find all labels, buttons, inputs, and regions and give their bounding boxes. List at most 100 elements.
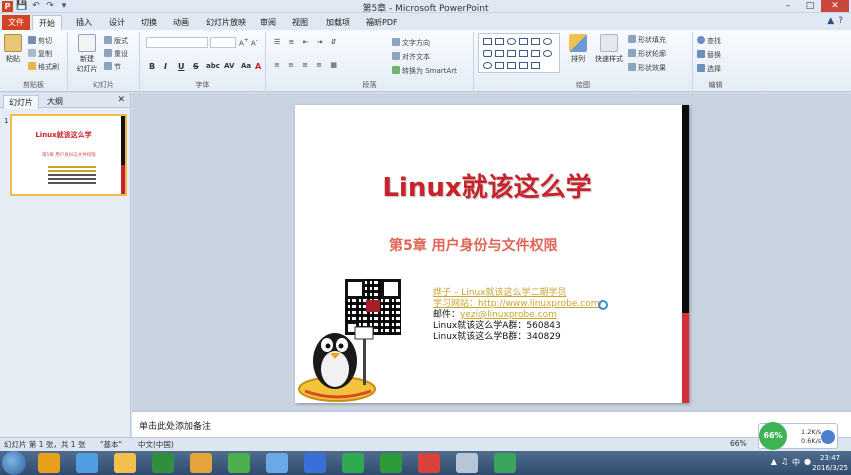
shape-circle-icon[interactable]	[543, 38, 552, 45]
slide-canvas[interactable]: Linux就该这么学 第5章 用户身份与文件权限 烨子 – Linux就该这么学…	[295, 105, 689, 403]
tab-insert[interactable]: 插入	[70, 15, 98, 30]
shape-freeform-icon[interactable]	[507, 62, 516, 69]
new-slide-button[interactable]: 新建 幻灯片	[72, 34, 102, 74]
taskbar-app-icon[interactable]	[494, 453, 516, 473]
shape-oval-icon[interactable]	[507, 38, 516, 45]
tab-addins[interactable]: 加载项	[320, 15, 356, 30]
tray-arrow-icon[interactable]: ▲	[771, 457, 777, 468]
shape-star-icon[interactable]	[531, 62, 540, 69]
minimize-button[interactable]: –	[777, 0, 799, 12]
shape-line-icon[interactable]	[519, 38, 528, 45]
select-button[interactable]: 选择	[697, 64, 721, 74]
taskbar-app-icon[interactable]	[342, 453, 364, 473]
italic-button[interactable]: I	[164, 62, 167, 71]
bold-button[interactable]: B	[149, 62, 155, 71]
status-zoom-level[interactable]: 66%	[730, 439, 747, 448]
shape-effects-button[interactable]: 形状效果	[628, 63, 666, 73]
taskbar-app-icon[interactable]	[152, 453, 174, 473]
panel-close-icon[interactable]: ✕	[117, 95, 125, 105]
taskbar-app-icon[interactable]	[266, 453, 288, 473]
shape-block-icon[interactable]	[531, 50, 540, 57]
status-language[interactable]: 中文(中国)	[138, 439, 174, 450]
network-speed-widget[interactable]: 66% 1.2K/s 0.6K/s	[758, 422, 838, 450]
list-buttons-icon[interactable]: ☰ ≡ ⇤ ⇥ ⇵	[274, 38, 340, 46]
copy-button[interactable]: 复制	[28, 49, 52, 59]
author-line[interactable]: 烨子 – Linux就该这么学二期学员	[433, 288, 603, 299]
tab-view[interactable]: 视图	[286, 15, 314, 30]
paste-button[interactable]: 粘贴	[3, 34, 23, 64]
minimize-ribbon-icon[interactable]: ▲	[827, 16, 834, 26]
shape-rounded-icon[interactable]	[483, 50, 492, 57]
taskbar-clock[interactable]: 23:47 2016/3/25	[812, 453, 848, 473]
shapes-gallery[interactable]	[478, 33, 560, 73]
tab-review[interactable]: 审阅	[254, 15, 282, 30]
smartart-button[interactable]: 转换为 SmartArt	[392, 66, 457, 76]
reset-button[interactable]: 重设	[104, 49, 128, 59]
tab-file[interactable]: 文件	[2, 15, 30, 30]
taskbar-app-icon[interactable]	[418, 453, 440, 473]
shape-rect-icon[interactable]	[483, 38, 492, 45]
quick-styles-button[interactable]: 快速样式	[592, 34, 626, 64]
char-spacing-button[interactable]: AV	[224, 62, 234, 70]
replace-button[interactable]: 替换	[697, 50, 721, 60]
shape-cloud-icon[interactable]	[483, 62, 492, 69]
taskbar-app-icon[interactable]	[380, 453, 402, 473]
shape-brace-icon[interactable]	[519, 62, 528, 69]
shape-rect2-icon[interactable]	[495, 38, 504, 45]
shape-connector-icon[interactable]	[507, 50, 516, 57]
tab-slideshow[interactable]: 幻灯片放映	[200, 15, 252, 30]
text-direction-button[interactable]: 文字方向	[392, 38, 430, 48]
shape-triangle-icon[interactable]	[495, 50, 504, 57]
font-size-combo[interactable]	[210, 37, 236, 48]
align-buttons-icon[interactable]: ≡ ≡ ≡ ≡ ▦	[274, 61, 340, 69]
taskbar-app-icon[interactable]	[228, 453, 250, 473]
shape-fill-button[interactable]: 形状填充	[628, 35, 666, 45]
website-link[interactable]: 学习网站：http://www.linuxprobe.com/	[433, 299, 603, 310]
email-link[interactable]: yezi@linuxprobe.com	[460, 310, 557, 320]
font-grow-shrink-icon[interactable]: A+ A-	[239, 38, 258, 47]
taskbar-app-icon[interactable]	[38, 453, 60, 473]
shape-arrow-icon[interactable]	[531, 38, 540, 45]
close-button[interactable]: ✕	[821, 0, 849, 12]
section-button[interactable]: 节	[104, 62, 121, 72]
shape-smiley-icon[interactable]	[543, 50, 552, 57]
tab-transitions[interactable]: 切换	[135, 15, 163, 30]
layout-button[interactable]: 版式	[104, 36, 128, 46]
notes-pane[interactable]: 单击此处添加备注	[132, 411, 851, 437]
shape-curve-icon[interactable]	[495, 62, 504, 69]
arrange-button[interactable]: 排列	[566, 34, 590, 64]
ime-indicator[interactable]: 中	[792, 457, 800, 468]
tab-foxit-pdf[interactable]: 福昕PDF	[360, 15, 404, 30]
align-text-button[interactable]: 对齐文本	[392, 52, 430, 62]
slide-thumbnail[interactable]: Linux就该这么学 第5章 用户身份与文件权限	[10, 114, 127, 196]
notes-placeholder[interactable]: 单击此处添加备注	[139, 419, 211, 432]
format-painter-button[interactable]: 格式刷	[28, 62, 59, 72]
taskbar-app-icon[interactable]	[304, 453, 326, 473]
tab-design[interactable]: 设计	[103, 15, 131, 30]
tab-home[interactable]: 开始	[32, 15, 62, 30]
tab-animations[interactable]: 动画	[167, 15, 195, 30]
cut-button[interactable]: 剪切	[28, 36, 52, 46]
slide-subtitle[interactable]: 第5章 用户身份与文件权限	[389, 235, 558, 255]
start-button[interactable]	[2, 451, 26, 475]
find-button[interactable]: 查找	[697, 36, 721, 46]
font-name-combo[interactable]	[146, 37, 208, 48]
shape-elbow-icon[interactable]	[519, 50, 528, 57]
maximize-button[interactable]: □	[799, 0, 821, 12]
strikethrough-button[interactable]: S	[193, 62, 199, 71]
slide-title[interactable]: Linux就该这么学	[295, 167, 679, 204]
volume-icon[interactable]: ♫	[781, 457, 788, 468]
penguin-mascot-image[interactable]	[295, 321, 385, 403]
antivirus-icon[interactable]: ●	[804, 457, 811, 468]
shape-outline-button[interactable]: 形状轮廓	[628, 49, 666, 59]
taskbar-app-icon[interactable]	[114, 453, 136, 473]
change-case-button[interactable]: Aa	[241, 62, 251, 70]
help-icon[interactable]: ?	[838, 16, 843, 26]
underline-button[interactable]: U	[178, 62, 185, 71]
panel-tab-outline[interactable]: 大纲	[42, 95, 68, 108]
font-color-button[interactable]: A	[255, 62, 261, 71]
shadow-button[interactable]: abc	[206, 62, 220, 70]
taskbar-app-icon[interactable]	[190, 453, 212, 473]
taskbar-app-icon[interactable]	[76, 453, 98, 473]
taskbar-app-icon[interactable]	[456, 453, 478, 473]
